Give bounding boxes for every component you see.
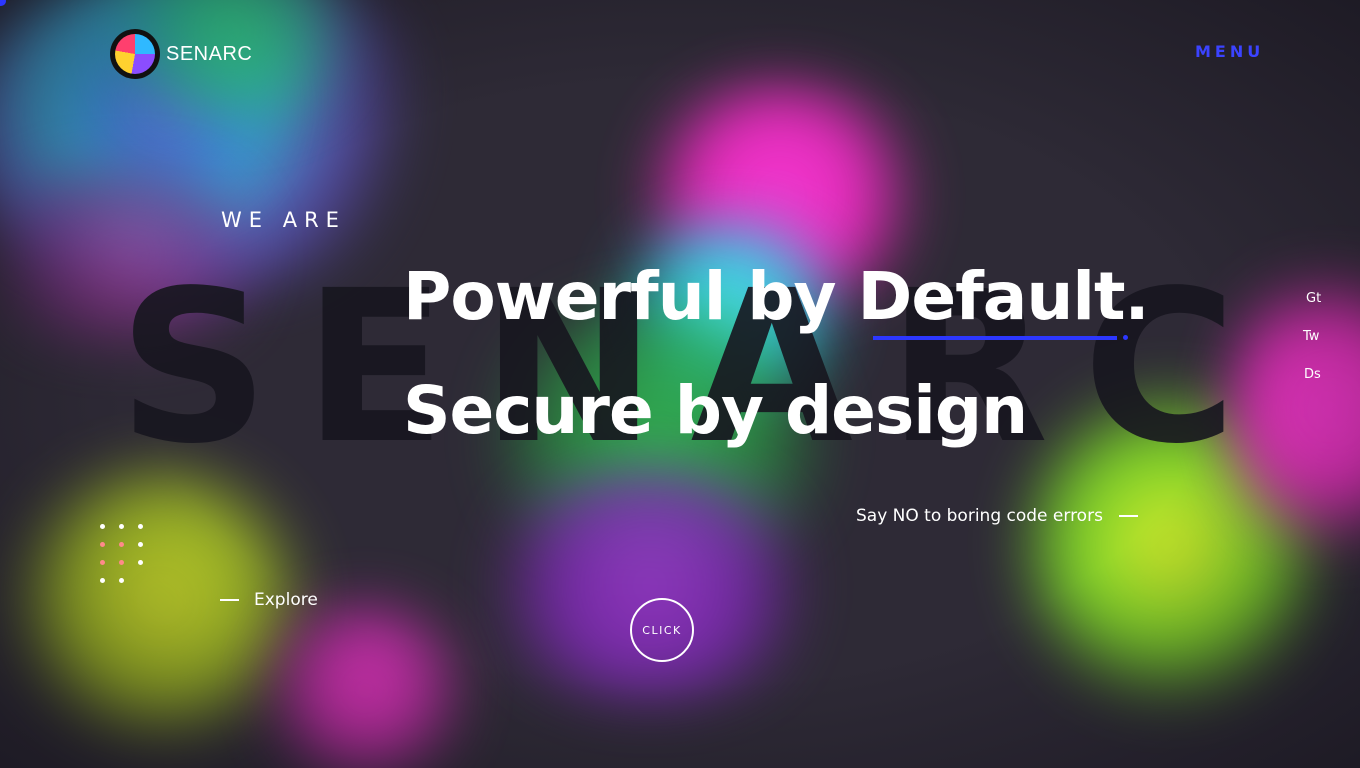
social-link-github[interactable]: Gt [1306, 291, 1321, 306]
tagline-text: Say NO to boring code errors [856, 506, 1103, 526]
explore-label: Explore [254, 590, 318, 610]
social-link-discord[interactable]: Ds [1304, 367, 1321, 382]
brand-logo-link[interactable]: SENARC [110, 29, 252, 79]
dash-icon [1118, 515, 1138, 517]
hero-tagline: Say NO to boring code errors [856, 506, 1138, 526]
logo-icon [110, 29, 160, 79]
dash-icon [220, 599, 239, 601]
dot-grid-icon [100, 524, 144, 583]
menu-button[interactable]: MENU [1195, 42, 1264, 61]
brand-name: SENARC [166, 42, 253, 65]
explore-link[interactable]: Explore [220, 590, 318, 610]
hero-eyebrow: WE ARE [221, 208, 346, 232]
headline-underline [873, 336, 1117, 340]
hero-headline-line1: Powerful by Default. [403, 258, 1150, 335]
hero-headline-line2: Secure by design [403, 372, 1028, 449]
underline-dot [1123, 335, 1128, 340]
social-link-twitter[interactable]: Tw [1303, 329, 1319, 344]
click-button[interactable]: CLICK [630, 598, 694, 662]
